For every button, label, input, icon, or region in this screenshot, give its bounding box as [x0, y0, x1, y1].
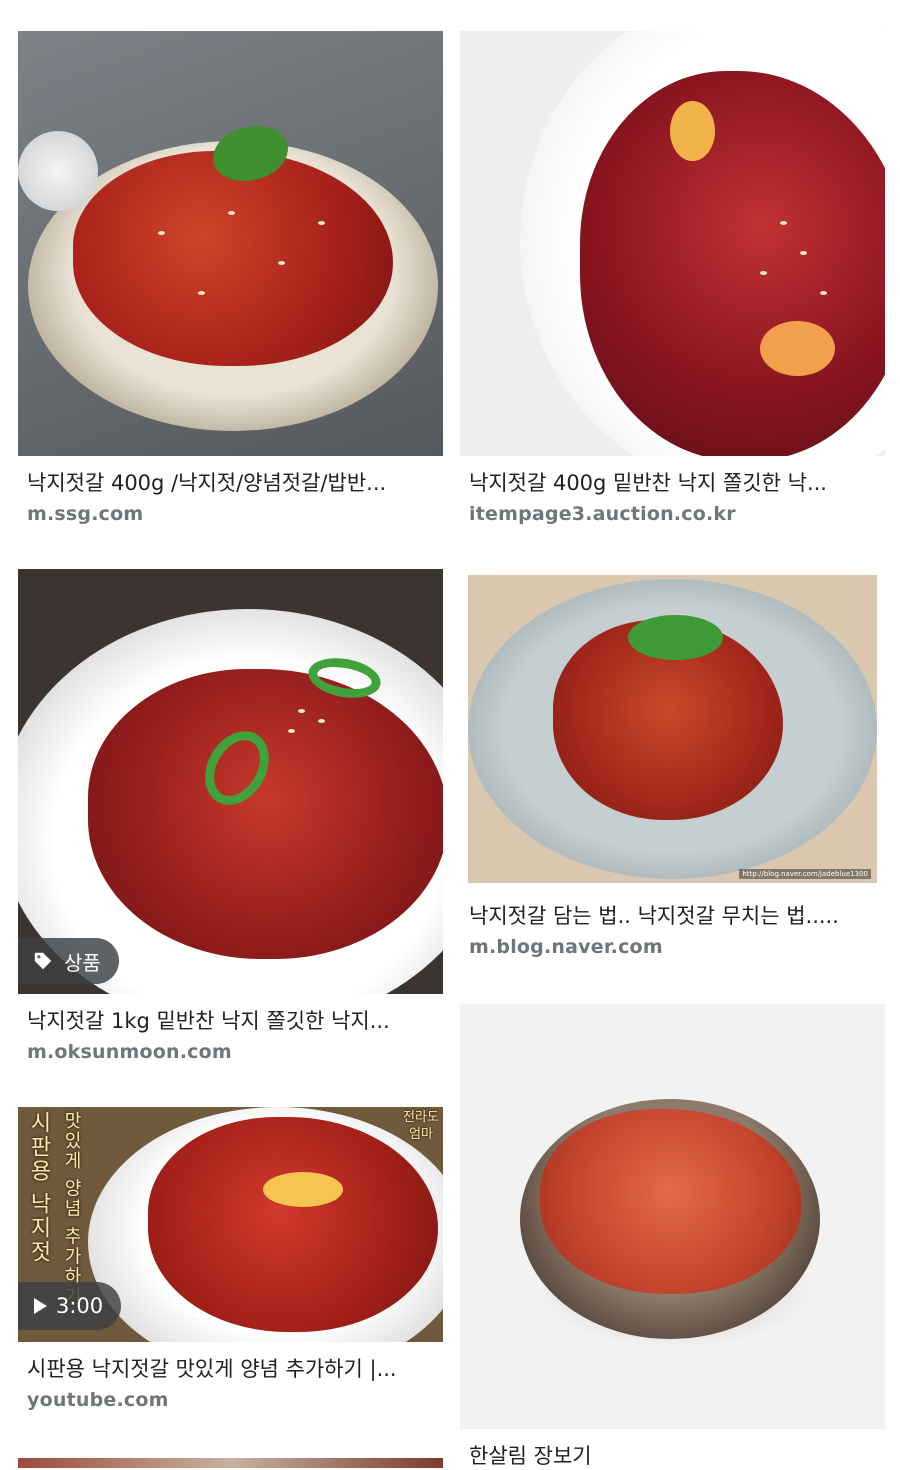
result-title[interactable]: 낙지젓갈 1kg 밑반찬 낙지 쫄깃한 낙지...: [18, 1007, 443, 1035]
result-source[interactable]: m.blog.naver.com: [460, 934, 885, 960]
result-title[interactable]: 시판용 낙지젓갈 맛있게 양념 추가하기 |...: [18, 1355, 443, 1383]
image-result-7-partial[interactable]: [18, 1458, 443, 1468]
salt-pile: [18, 131, 98, 211]
result-thumbnail[interactable]: [18, 31, 443, 456]
image-result-4[interactable]: http://blog.naver.com/jadeblue1300 낙지젓갈 …: [460, 569, 885, 960]
result-thumbnail[interactable]: 상품: [18, 569, 443, 994]
octopus-jeotgal: [540, 1109, 802, 1294]
result-title[interactable]: 낙지젓갈 400g /낙지젓/양념젓갈/밥반...: [18, 469, 443, 497]
result-source[interactable]: m.oksunmoon.com: [18, 1039, 443, 1065]
overlay-text-col1: 시판용 낙지젓: [26, 1111, 51, 1264]
result-thumbnail[interactable]: [460, 1004, 885, 1429]
overlay-text-col2: 맛있게 양념 추가하기: [61, 1111, 82, 1307]
result-source[interactable]: itempage3.auction.co.kr: [460, 501, 885, 527]
image-result-2[interactable]: 낙지젓갈 400g 밑반찬 낙지 쫄깃한 낙... itempage3.auct…: [460, 31, 885, 527]
result-title[interactable]: 한살림 장보기: [460, 1442, 885, 1470]
result-thumbnail[interactable]: [460, 31, 885, 456]
video-duration-badge: 3:00: [18, 1282, 122, 1330]
result-title[interactable]: 낙지젓갈 담는 법.. 낙지젓갈 무치는 법.....: [460, 902, 885, 930]
image-result-5[interactable]: 시판용 낙지젓 맛있게 양념 추가하기 전라도 엄마 3:00 시판용 낙지젓갈…: [18, 1107, 443, 1413]
image-result-6[interactable]: 한살림 장보기: [460, 1004, 885, 1470]
badge-label: 상품: [64, 950, 101, 975]
overlay-corner-text: 전라도 엄마: [403, 1110, 439, 1142]
octopus-jeotgal: [148, 1117, 438, 1332]
result-source[interactable]: youtube.com: [18, 1387, 443, 1413]
video-duration: 3:00: [56, 1294, 104, 1318]
result-title[interactable]: 낙지젓갈 400g 밑반찬 낙지 쫄깃한 낙...: [460, 469, 885, 497]
result-thumbnail[interactable]: http://blog.naver.com/jadeblue1300: [460, 569, 885, 889]
product-badge: 상품: [18, 938, 119, 984]
image-result-1[interactable]: 낙지젓갈 400g /낙지젓/양념젓갈/밥반... m.ssg.com: [18, 31, 443, 527]
image-result-3[interactable]: 상품 낙지젓갈 1kg 밑반찬 낙지 쫄깃한 낙지... m.oksunmoon…: [18, 569, 443, 1065]
result-thumbnail[interactable]: 시판용 낙지젓 맛있게 양념 추가하기 전라도 엄마 3:00: [18, 1107, 443, 1342]
watermark: http://blog.naver.com/jadeblue1300: [739, 869, 871, 879]
result-source[interactable]: m.ssg.com: [18, 501, 443, 527]
octopus-jeotgal: [73, 151, 393, 366]
octopus-jeotgal: [88, 669, 443, 959]
tag-icon: [34, 952, 52, 970]
play-icon: [34, 1298, 47, 1314]
octopus-jeotgal: [580, 71, 885, 456]
